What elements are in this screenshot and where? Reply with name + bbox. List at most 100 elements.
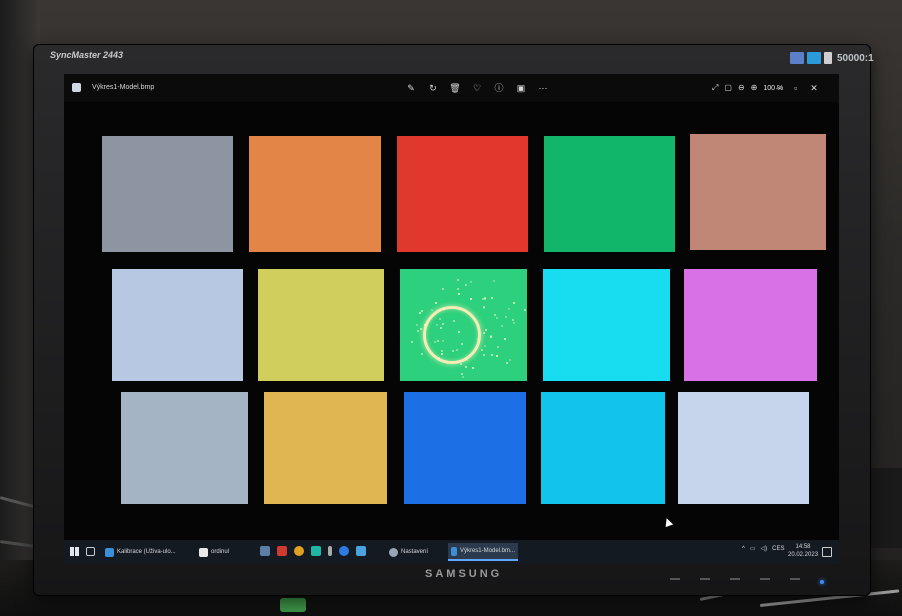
monitor-button[interactable]: [790, 578, 800, 580]
tray-chevron-icon[interactable]: ^: [742, 546, 745, 552]
color-swatch: [249, 136, 381, 252]
fullscreen-icon[interactable]: ⤢: [712, 82, 718, 94]
glare-speck: [456, 348, 459, 351]
color-swatch: [690, 134, 826, 250]
zoom-in-icon[interactable]: ⊕: [751, 82, 758, 94]
color-swatch: [544, 136, 675, 252]
share-icon[interactable]: ▣: [514, 81, 528, 95]
power-led-icon[interactable]: [820, 580, 824, 584]
app-icon[interactable]: [311, 546, 321, 556]
edit-icon[interactable]: ✎: [404, 81, 418, 95]
color-swatch: [112, 269, 243, 381]
color-swatch: [541, 392, 665, 504]
photos-app-icon: [451, 546, 457, 556]
notification-icon[interactable]: [822, 547, 832, 557]
glare-speck: [456, 278, 459, 281]
color-swatch: [397, 136, 528, 252]
taskbar-app-icon: [105, 547, 114, 557]
zoom-controls: ⤢ ▢ ⊖ ⊕ 100 %: [712, 82, 783, 94]
glare-speck: [523, 309, 526, 312]
glare-speck: [434, 302, 437, 305]
glare-speck: [489, 336, 492, 339]
photos-app-icon: [72, 83, 81, 92]
color-swatch: [121, 392, 248, 504]
monitor-brand-label: SAMSUNG: [425, 568, 503, 580]
favorite-icon[interactable]: ♡: [470, 81, 484, 95]
app-icon[interactable]: [328, 546, 332, 556]
magic-logo-icon: [824, 52, 832, 64]
taskbar-item-label: Nastavení: [401, 549, 429, 555]
system-tray: ^ ▭ ◁) CES: [742, 545, 784, 553]
glare-speck: [459, 362, 462, 365]
close-icon[interactable]: ✕: [810, 82, 818, 94]
zoom-out-icon[interactable]: ⊖: [738, 82, 745, 94]
rotate-icon[interactable]: ↻: [426, 81, 440, 95]
glare-speck: [484, 328, 487, 331]
taskbar-item-active[interactable]: Výkres1-Model.bm...: [448, 543, 518, 561]
app-icon[interactable]: [277, 546, 287, 556]
more-icon[interactable]: ⋯: [536, 81, 550, 95]
glare-speck: [440, 352, 443, 355]
windows-taskbar: Kalibrace (Uživa-ulo... ordinul Nastaven…: [64, 540, 839, 564]
monitor-button[interactable]: [760, 578, 770, 580]
taskbar-clock[interactable]: 14:58 20.02.2023: [788, 543, 818, 559]
glare-speck: [416, 329, 419, 332]
taskbar-app-icon: [199, 547, 208, 557]
monitor-model-label: SyncMaster 2443: [50, 50, 124, 60]
minimize-icon[interactable]: –: [776, 82, 781, 94]
energy-logo-icon: [790, 52, 804, 64]
taskbar-item[interactable]: Kalibrace (Uživa-ulo...: [102, 543, 179, 561]
color-swatch: [678, 392, 809, 504]
taskbar-item-label: Výkres1-Model.bm...: [459, 548, 515, 554]
color-swatch: [684, 269, 817, 381]
viewer-toolbar: ✎ ↻ 🗑 ♡ ⓘ ▣ ⋯: [404, 81, 550, 95]
color-swatch: [102, 136, 233, 252]
monitor-button[interactable]: [670, 578, 680, 580]
mouse-cursor-icon: [662, 516, 674, 528]
green-connector: [280, 598, 306, 612]
glare-speck: [512, 321, 515, 324]
color-swatch: [264, 392, 387, 504]
start-button-icon[interactable]: [70, 547, 79, 556]
glare-speck: [496, 346, 499, 349]
app-icon[interactable]: [294, 546, 304, 556]
windows-logo-icon: [807, 52, 821, 64]
viewer-title: Výkres1-Model.bmp: [92, 84, 155, 91]
network-icon[interactable]: ▭: [750, 545, 756, 552]
glare-speck: [457, 292, 460, 295]
taskbar-item[interactable]: Nastavení: [386, 543, 431, 561]
info-icon[interactable]: ⓘ: [492, 81, 506, 95]
fit-icon[interactable]: ▢: [724, 82, 732, 94]
clock-date: 20.02.2023: [788, 552, 819, 558]
taskbar-item-label: Kalibrace (Uživa-ulo...: [117, 549, 176, 555]
window-controls: – ▫ ✕: [776, 82, 818, 94]
viewer-titlebar: Výkres1-Model.bmp ✎ ↻ 🗑 ♡ ⓘ ▣ ⋯ ⤢ ▢ ⊖ ⊕ …: [64, 74, 839, 102]
glare-speck: [442, 287, 445, 290]
app-icon[interactable]: [339, 546, 349, 556]
monitor-front-buttons[interactable]: [670, 578, 800, 580]
app-icon[interactable]: [260, 546, 270, 556]
delete-icon[interactable]: 🗑: [448, 81, 462, 95]
maximize-icon[interactable]: ▫: [794, 82, 797, 94]
glare-speck: [482, 354, 485, 357]
glare-speck: [435, 324, 438, 327]
app-icon[interactable]: [356, 546, 366, 556]
volume-icon[interactable]: ◁): [761, 545, 768, 552]
settings-gear-icon: [389, 547, 398, 557]
glare-speck: [442, 307, 445, 310]
glare-speck: [512, 301, 515, 304]
task-view-icon[interactable]: [86, 547, 95, 556]
monitor-screen: Výkres1-Model.bmp ✎ ↻ 🗑 ♡ ⓘ ▣ ⋯ ⤢ ▢ ⊖ ⊕ …: [64, 74, 839, 564]
pinned-apps: [260, 546, 366, 556]
glare-speck: [457, 330, 460, 333]
clock-time: 14:58: [795, 544, 811, 550]
glare-speck: [482, 307, 485, 310]
language-indicator[interactable]: CES: [772, 546, 784, 552]
taskbar-item[interactable]: ordinul: [196, 543, 232, 561]
monitor-button[interactable]: [730, 578, 740, 580]
light-reflection-ring: [423, 306, 481, 364]
bezel-logos: 50000:1: [790, 52, 874, 64]
glare-speck: [469, 280, 472, 283]
monitor-button[interactable]: [700, 578, 710, 580]
glare-speck: [471, 366, 474, 369]
